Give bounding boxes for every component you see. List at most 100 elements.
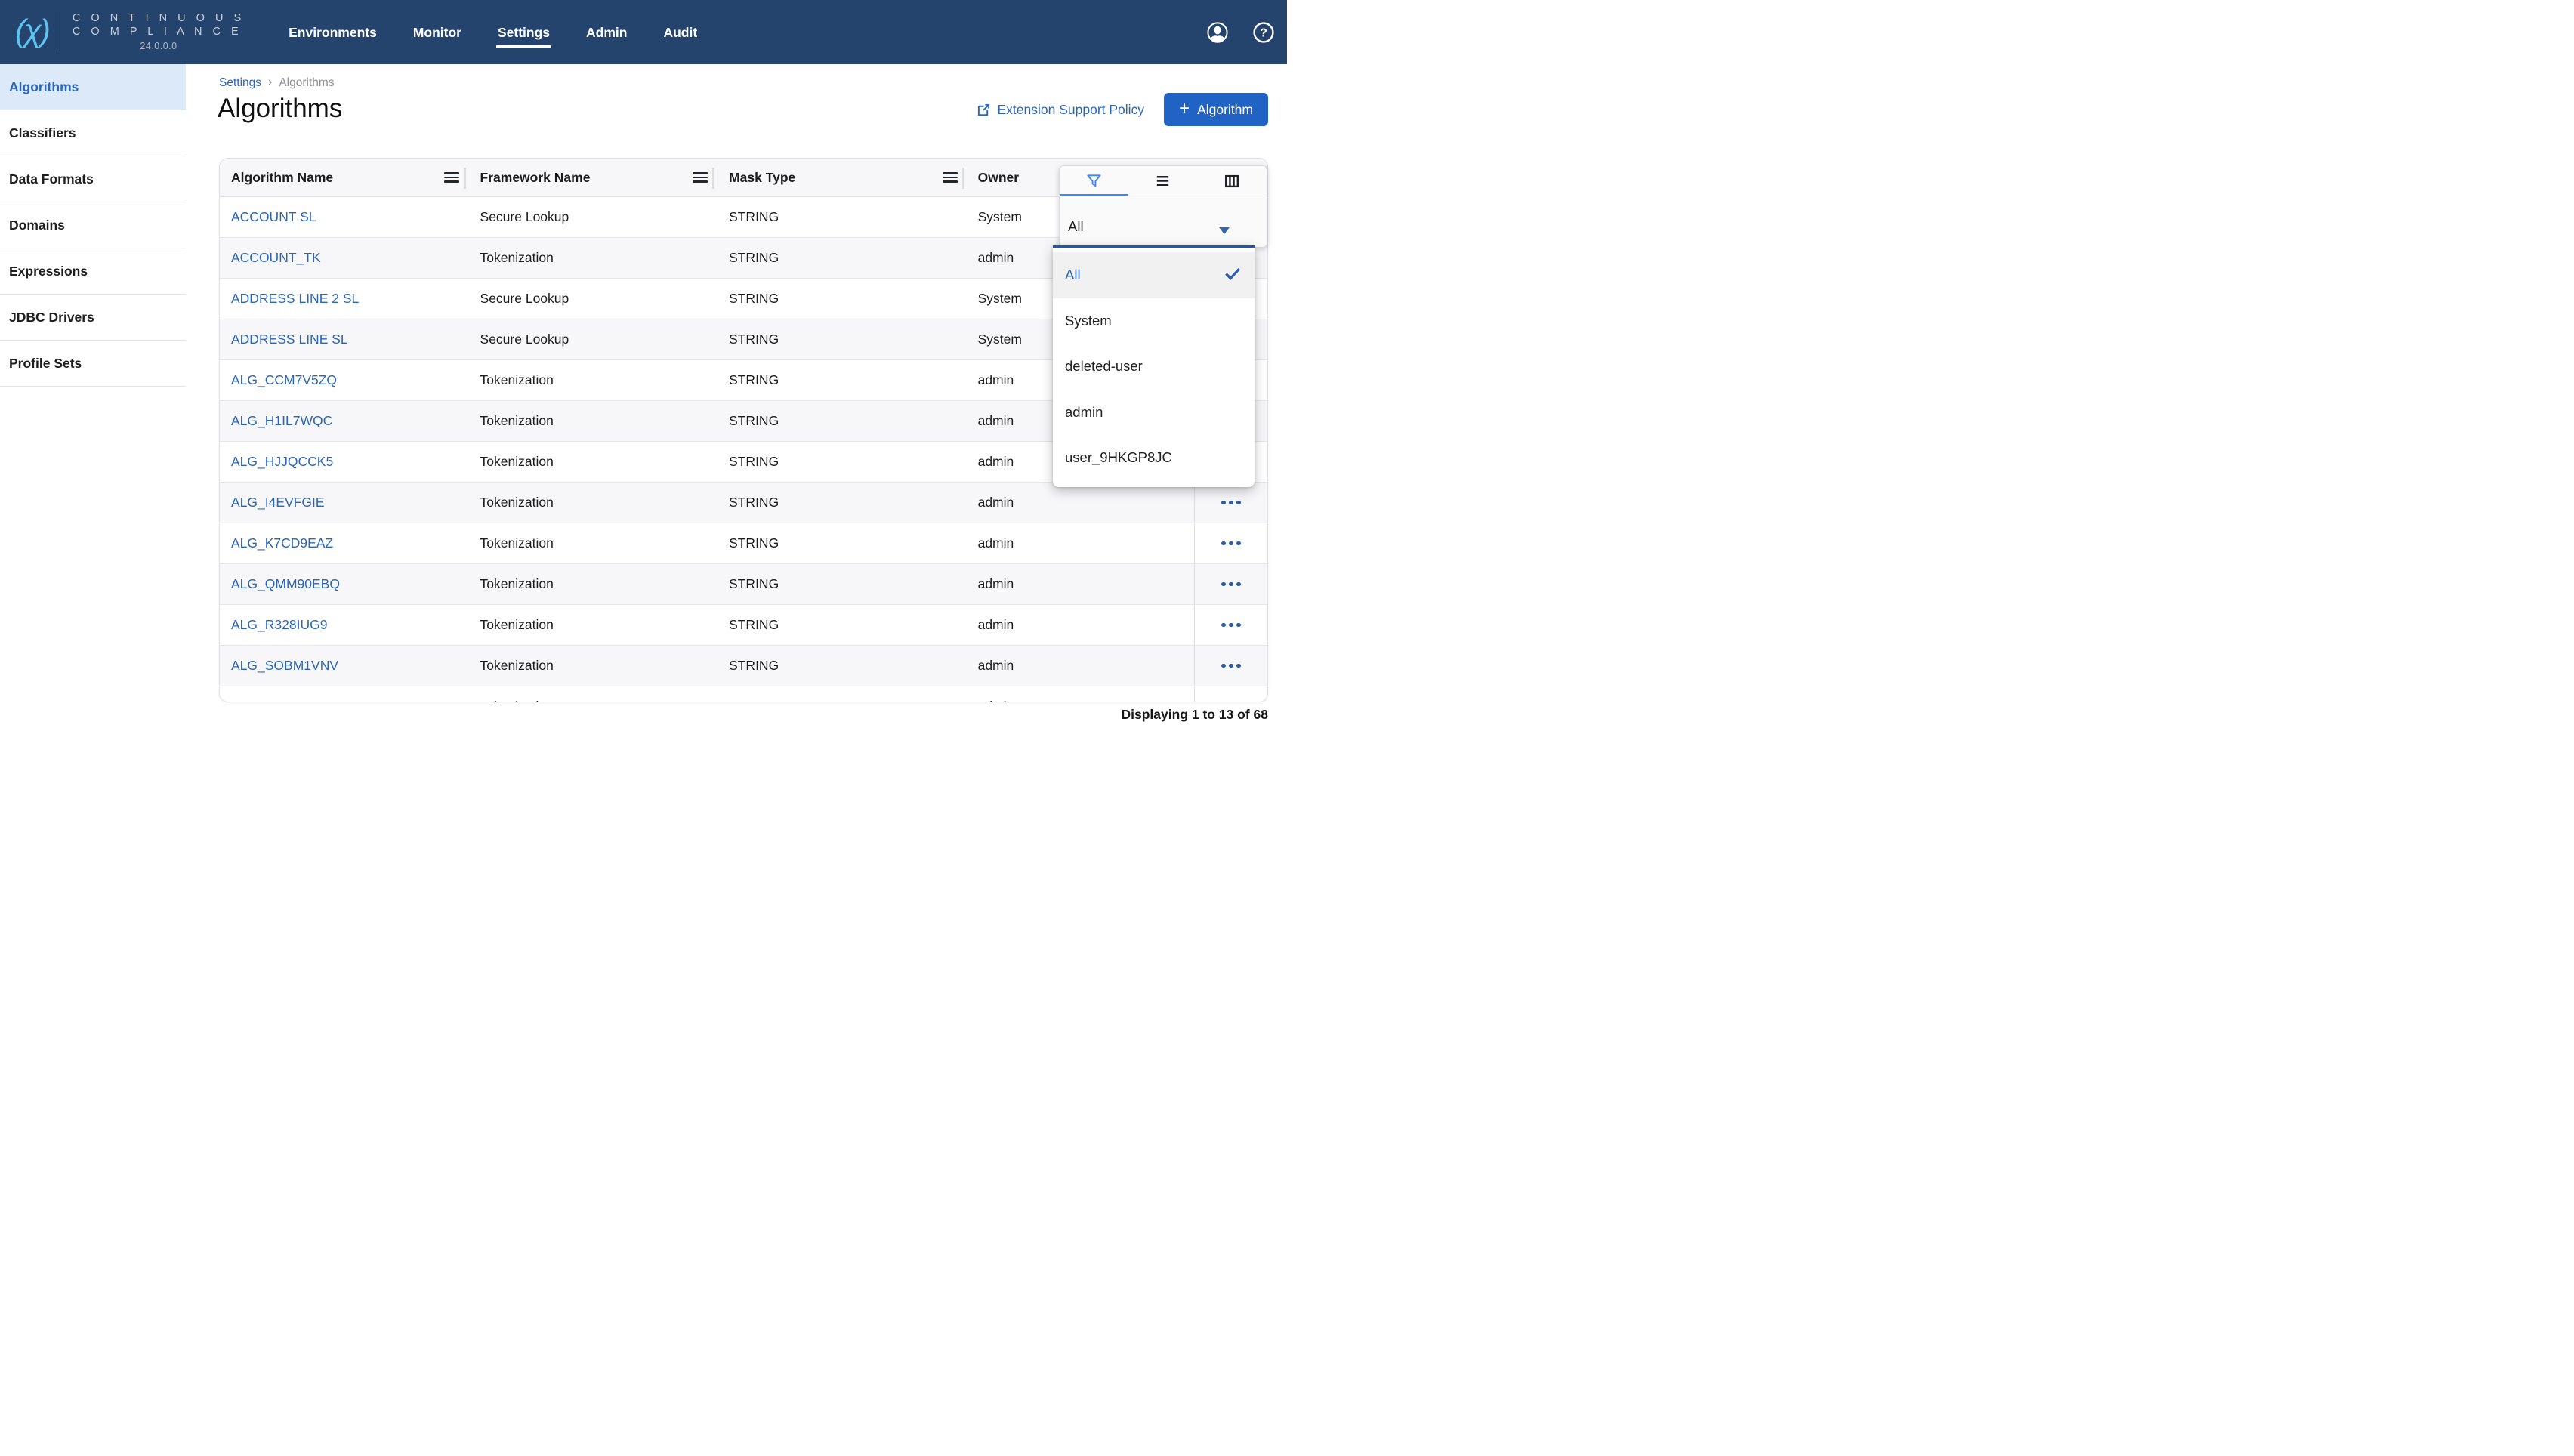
cell-mask-type: STRING	[714, 319, 964, 359]
plus-icon: +	[1179, 98, 1190, 119]
row-actions-button[interactable]	[1194, 483, 1267, 523]
policy-link-label: Extension Support Policy	[998, 102, 1145, 118]
filter-option-label: System	[1065, 313, 1112, 329]
column-header-framework-name: Framework Name	[466, 159, 715, 196]
ellipsis-icon	[1221, 664, 1241, 668]
sidebar-item-classifiers[interactable]: Classifiers	[0, 110, 186, 156]
nav-item-monitor[interactable]: Monitor	[412, 19, 463, 48]
cell-framework: Tokenization	[466, 523, 715, 563]
owner-filter-menu: All System deleted-user admin user_9HKGP8JC	[1053, 245, 1255, 487]
algorithm-name-link[interactable]: ACCOUNT_TK	[220, 238, 466, 278]
tab-filter[interactable]	[1060, 166, 1128, 196]
cell-mask-type: STRING	[714, 197, 964, 237]
cell-mask-type: STRING	[714, 238, 964, 278]
table-row: ALG_R328IUG9TokenizationSTRINGadmin	[220, 605, 1267, 646]
breadcrumb: Settings › Algorithms	[219, 76, 335, 90]
algorithm-name-link[interactable]: ALG_I4EVFGIE	[220, 483, 466, 523]
algorithm-name-link[interactable]: ALG_K7CD9EAZ	[220, 523, 466, 563]
filter-option-system[interactable]: System	[1053, 298, 1255, 344]
table-row: ALG_QMM90EBQTokenizationSTRINGadmin	[220, 564, 1267, 605]
ellipsis-icon	[1221, 501, 1241, 505]
cell-mask-type: STRING	[714, 523, 964, 563]
cell-framework: Tokenization	[466, 238, 715, 278]
svg-text:?: ?	[1260, 26, 1267, 39]
cell-mask-type: STRING	[714, 401, 964, 441]
filter-option-label: admin	[1065, 404, 1103, 421]
algorithm-name-link[interactable]: ALG_SOBM1VNV	[220, 646, 466, 686]
column-header-label: Mask Type	[729, 170, 795, 186]
cell-framework: Tokenization	[466, 401, 715, 441]
cell-mask-type: STRING	[714, 442, 964, 482]
filter-option-user_9hkgp8jc[interactable]: user_9HKGP8JC	[1053, 435, 1255, 481]
pagination-status: Displaying 1 to 13 of 68	[1122, 707, 1269, 723]
tab-list[interactable]	[1128, 166, 1197, 196]
sidebar-item-domains[interactable]: Domains	[0, 202, 186, 248]
cell-framework: Tokenization	[466, 605, 715, 645]
algorithm-name-link[interactable]: ADDRESS LINE 2 SL	[220, 279, 466, 319]
cell-framework: Secure Lookup	[466, 279, 715, 319]
cell-framework: Secure Lookup	[466, 197, 715, 237]
row-actions-button[interactable]	[1194, 564, 1267, 604]
sidebar-item-data-formats[interactable]: Data Formats	[0, 156, 186, 202]
cell-mask-type: STRING	[714, 564, 964, 604]
column-menu-icon[interactable]	[444, 172, 459, 183]
algorithm-name-link[interactable]: ALG_QMM90EBQ	[220, 564, 466, 604]
row-actions-button[interactable]	[1194, 646, 1267, 686]
sidebar-item-expressions[interactable]: Expressions	[0, 248, 186, 295]
extension-support-policy-link[interactable]: Extension Support Policy	[977, 102, 1145, 118]
header-actions: Extension Support Policy + Algorithm	[977, 93, 1269, 126]
settings-sidebar: AlgorithmsClassifiersData FormatsDomains…	[0, 64, 186, 728]
owner-filter-select[interactable]: All	[1060, 196, 1267, 247]
nav-item-audit[interactable]: Audit	[662, 19, 699, 48]
nav-item-settings[interactable]: Settings	[496, 19, 551, 48]
cell-mask-type: STRING	[714, 360, 964, 400]
ellipsis-icon	[1221, 623, 1241, 628]
add-algorithm-label: Algorithm	[1197, 102, 1253, 118]
table-row: ALG_V4YL4HRCTokenizationSTRINGadmin	[220, 686, 1267, 702]
cell-owner: admin	[964, 564, 1195, 604]
table-row: ALG_I4EVFGIETokenizationSTRINGadmin	[220, 483, 1267, 523]
cell-owner: admin	[964, 605, 1195, 645]
add-algorithm-button[interactable]: + Algorithm	[1164, 93, 1268, 126]
sidebar-item-algorithms[interactable]: Algorithms	[0, 64, 186, 110]
cell-framework: Tokenization	[466, 442, 715, 482]
algorithm-name-link[interactable]: ADDRESS LINE SL	[220, 319, 466, 359]
filter-option-admin[interactable]: admin	[1053, 390, 1255, 436]
filter-option-deleted-user[interactable]: deleted-user	[1053, 344, 1255, 390]
column-header-mask-type: Mask Type	[714, 159, 964, 196]
ellipsis-icon	[1221, 582, 1241, 587]
column-header-algorithm-name: Algorithm Name	[220, 159, 466, 196]
filter-option-all[interactable]: All	[1053, 252, 1255, 298]
column-menu-icon[interactable]	[943, 172, 958, 183]
column-header-label: Owner	[978, 170, 1019, 186]
breadcrumb-settings-link[interactable]: Settings	[219, 76, 261, 90]
algorithm-name-link[interactable]: ALG_HJJQCCK5	[220, 442, 466, 482]
list-icon	[1154, 172, 1171, 190]
row-actions-button[interactable]	[1194, 605, 1267, 645]
navbar-icons: ?	[1207, 22, 1287, 43]
row-actions-button[interactable]	[1194, 686, 1267, 702]
account-icon[interactable]	[1207, 22, 1228, 43]
checkmark-icon	[1223, 264, 1242, 287]
algorithm-name-link[interactable]: ALG_H1IL7WQC	[220, 401, 466, 441]
filter-panel-tabs	[1060, 166, 1267, 196]
algorithm-name-link[interactable]: ALG_R328IUG9	[220, 605, 466, 645]
nav-item-environments[interactable]: Environments	[287, 19, 378, 48]
tab-columns[interactable]	[1198, 166, 1267, 196]
algorithm-name-link[interactable]: ALG_V4YL4HRC	[220, 686, 466, 702]
help-icon[interactable]: ?	[1253, 22, 1274, 43]
sidebar-item-profile-sets[interactable]: Profile Sets	[0, 341, 186, 387]
nav-item-admin[interactable]: Admin	[585, 19, 628, 48]
cell-owner: admin	[964, 523, 1195, 563]
cell-owner: admin	[964, 646, 1195, 686]
algorithm-name-link[interactable]: ACCOUNT SL	[220, 197, 466, 237]
external-link-icon	[977, 103, 991, 117]
column-menu-icon[interactable]	[693, 172, 708, 183]
filter-option-label: deleted-user	[1065, 358, 1143, 375]
row-actions-button[interactable]	[1194, 523, 1267, 563]
algorithm-name-link[interactable]: ALG_CCM7V5ZQ	[220, 360, 466, 400]
sidebar-item-jdbc-drivers[interactable]: JDBC Drivers	[0, 295, 186, 341]
cell-owner: admin	[964, 686, 1195, 702]
column-header-label: Algorithm Name	[231, 170, 333, 186]
table-row: ALG_SOBM1VNVTokenizationSTRINGadmin	[220, 646, 1267, 686]
